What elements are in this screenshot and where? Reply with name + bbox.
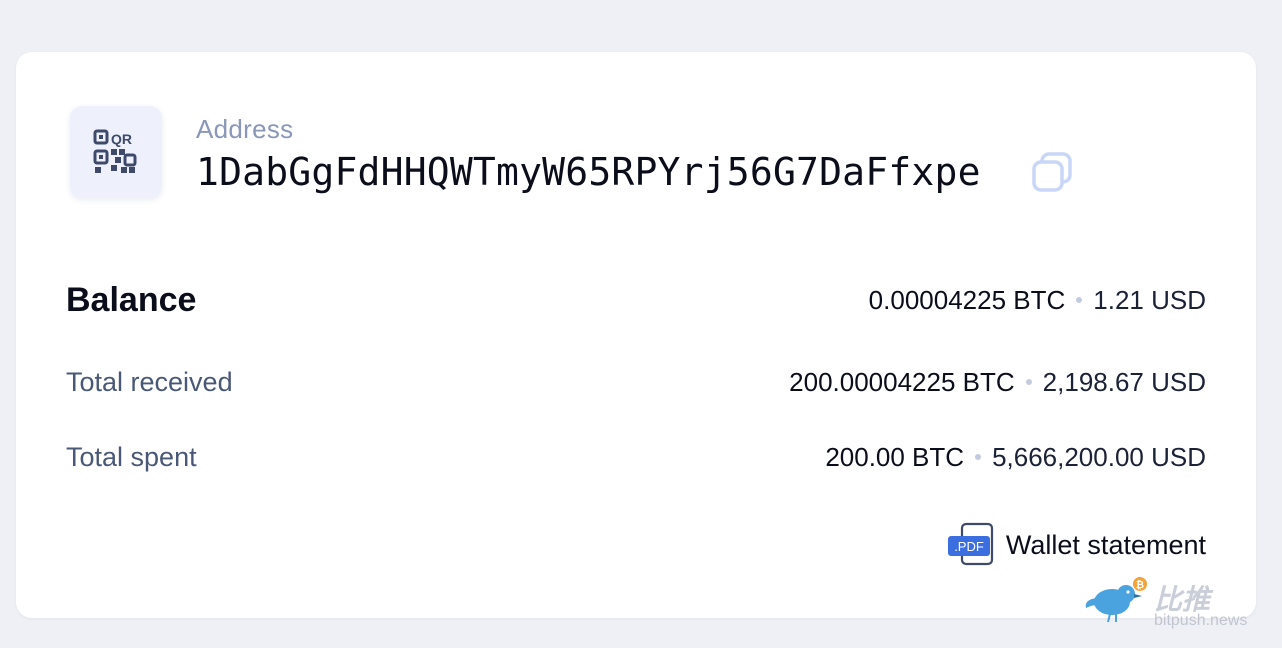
total-spent-amounts: 200.00 BTC 5,666,200.00 USD [825, 442, 1206, 473]
watermark-url: bitpush.news [1154, 612, 1248, 629]
balance-row: Balance 0.00004225 BTC 1.21 USD [66, 276, 1206, 324]
pdf-file-icon: .PDF [947, 522, 994, 566]
balance-amounts: 0.00004225 BTC 1.21 USD [869, 285, 1206, 316]
wallet-statement-label: Wallet statement [1005, 529, 1206, 560]
wallet-statement-link[interactable]: .PDF Wallet statement [946, 522, 1206, 568]
bird-logo-icon: ₿ [1085, 577, 1147, 623]
svg-text:₿: ₿ [1136, 579, 1144, 591]
balance-usd: 1.21 USD [1093, 284, 1206, 315]
separator-dot [1076, 297, 1083, 303]
total-spent-usd: 5,666,200.00 USD [992, 441, 1206, 472]
copy-icon [1032, 152, 1072, 192]
total-received-label: Total received [66, 366, 233, 397]
separator-dot [1025, 379, 1032, 385]
total-spent-label: Total spent [66, 441, 197, 472]
copy-address-button[interactable] [1030, 150, 1074, 194]
address-value[interactable]: 1DabGgFdHHQWTmyW65RPYrj56G7DaFfxpe [196, 150, 981, 194]
pdf-badge: .PDF [954, 539, 984, 554]
separator-dot [975, 454, 982, 460]
svg-text:QR: QR [111, 131, 132, 147]
total-received-btc: 200.00004225 BTC [789, 366, 1015, 397]
balance-title: Balance [66, 280, 197, 319]
total-spent-row: Total spent 200.00 BTC 5,666,200.00 USD [66, 437, 1206, 477]
address-label: Address [196, 114, 294, 144]
qr-code-button[interactable]: QR [70, 106, 162, 198]
balance-btc: 0.00004225 BTC [868, 284, 1066, 315]
total-received-usd: 2,198.67 USD [1042, 366, 1206, 397]
total-spent-btc: 200.00 BTC [825, 441, 965, 472]
total-received-amounts: 200.00004225 BTC 2,198.67 USD [789, 367, 1206, 398]
address-card: QR Address 1DabGgFdHHQWTmyW65RPYrj56G7Da… [16, 52, 1256, 618]
qr-code-icon: QR [93, 129, 137, 173]
total-received-row: Total received 200.00004225 BTC 2,198.67… [66, 362, 1206, 402]
watermark: ₿ 比推 bitpush.news [1082, 574, 1272, 634]
